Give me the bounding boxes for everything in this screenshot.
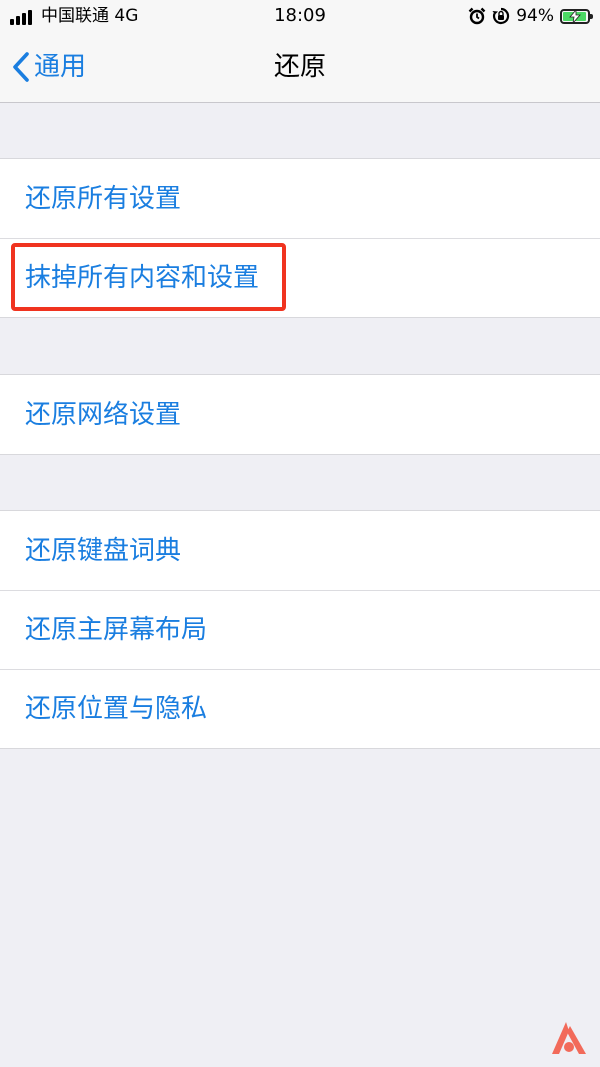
battery-charging-icon — [560, 8, 593, 24]
status-right: 94% — [468, 5, 593, 27]
row-label: 还原位置与隐私 — [25, 694, 208, 724]
logo-a-icon — [552, 1022, 586, 1054]
reset-keyboard-dictionary-row[interactable]: 还原键盘词典 — [0, 511, 600, 590]
reset-home-screen-layout-row[interactable]: 还原主屏幕布局 — [0, 590, 600, 669]
row-label: 抹掉所有内容和设置 — [25, 263, 260, 293]
reset-group-3: 还原键盘词典 还原主屏幕布局 还原位置与隐私 — [0, 510, 600, 749]
battery-percent: 94% — [516, 6, 554, 26]
page-title: 还原 — [273, 52, 326, 82]
orientation-lock-icon — [492, 7, 510, 25]
erase-all-content-row[interactable]: 抹掉所有内容和设置 — [0, 238, 600, 317]
reset-network-settings-row[interactable]: 还原网络设置 — [0, 375, 600, 454]
row-label: 还原网络设置 — [25, 400, 182, 430]
battery-nub — [590, 13, 593, 19]
reset-location-privacy-row[interactable]: 还原位置与隐私 — [0, 669, 600, 748]
row-label: 还原键盘词典 — [25, 536, 182, 566]
nav-bar: 通用 还原 — [0, 32, 600, 103]
reset-all-settings-row[interactable]: 还原所有设置 — [0, 159, 600, 238]
alarm-icon — [468, 7, 486, 25]
reset-group-1: 还原所有设置 抹掉所有内容和设置 — [0, 158, 600, 318]
row-label: 还原主屏幕布局 — [25, 615, 208, 645]
charging-bolt-icon — [569, 9, 581, 23]
status-bar: 中国联通 4G 18:09 94% — [0, 0, 600, 32]
row-label: 还原所有设置 — [25, 184, 182, 214]
reset-group-2: 还原网络设置 — [0, 374, 600, 455]
